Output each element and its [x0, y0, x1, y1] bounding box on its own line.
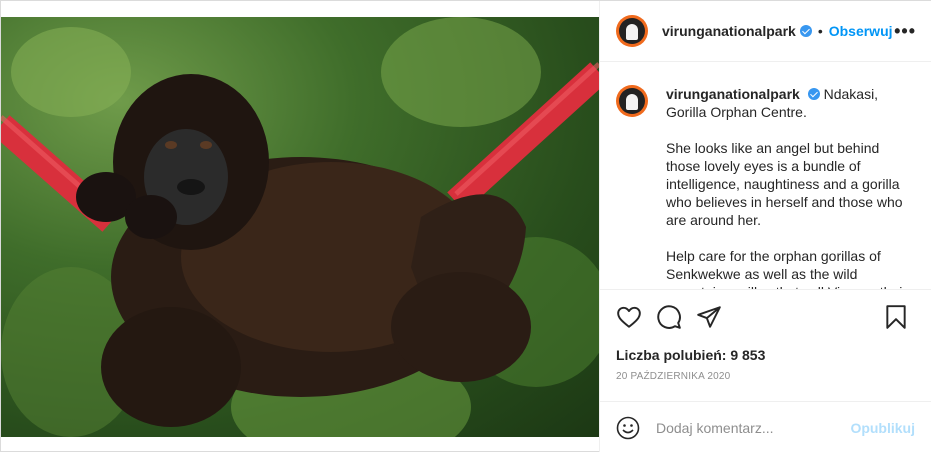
gorilla-illustration [1, 62, 599, 427]
publish-button[interactable]: Opublikuj [850, 420, 915, 436]
share-icon[interactable] [696, 304, 722, 330]
bookmark-icon[interactable] [883, 304, 909, 330]
post-header: virunganationalpark • Obserwuj ••• [600, 1, 931, 62]
post-actions [600, 289, 931, 349]
more-icon[interactable]: ••• [894, 21, 916, 42]
emoji-icon[interactable] [616, 416, 640, 440]
follow-button[interactable]: Obserwuj [829, 23, 893, 39]
caption-paragraph: Help care for the orphan gorillas of Sen… [666, 248, 907, 289]
instagram-post: virunganationalpark • Obserwuj ••• virun… [0, 0, 931, 452]
caption-username-link[interactable]: virunganationalpark [666, 86, 800, 102]
caption-row: virunganationalpark Ndakasi, Gorilla Orp… [616, 85, 917, 289]
comment-icon[interactable] [656, 304, 682, 330]
verified-icon [807, 88, 820, 100]
post-date[interactable]: 20 PAŹDZIERNIKA 2020 [616, 371, 730, 382]
likes-count[interactable]: Liczba polubień: 9 853 [616, 347, 765, 363]
caption-area: virunganationalpark Ndakasi, Gorilla Orp… [600, 63, 931, 289]
gorilla-logo-icon [619, 88, 645, 114]
comment-input[interactable] [656, 419, 851, 436]
username-link[interactable]: virunganationalpark [662, 23, 796, 39]
post-side-panel: virunganationalpark • Obserwuj ••• virun… [599, 1, 931, 452]
avatar[interactable] [616, 85, 648, 117]
verified-icon [799, 25, 812, 37]
caption-paragraph: She looks like an angel but behind those… [666, 140, 903, 228]
caption-text: virunganationalpark Ndakasi, Gorilla Orp… [666, 85, 917, 289]
post-photo[interactable] [1, 17, 599, 437]
caption-first-paragraph: virunganationalpark Ndakasi, Gorilla Orp… [666, 85, 917, 121]
comment-bar: Opublikuj [600, 401, 931, 452]
heart-icon[interactable] [616, 304, 642, 330]
gorilla-logo-icon [619, 18, 645, 44]
avatar[interactable] [616, 15, 648, 47]
separator-dot: • [817, 23, 823, 39]
